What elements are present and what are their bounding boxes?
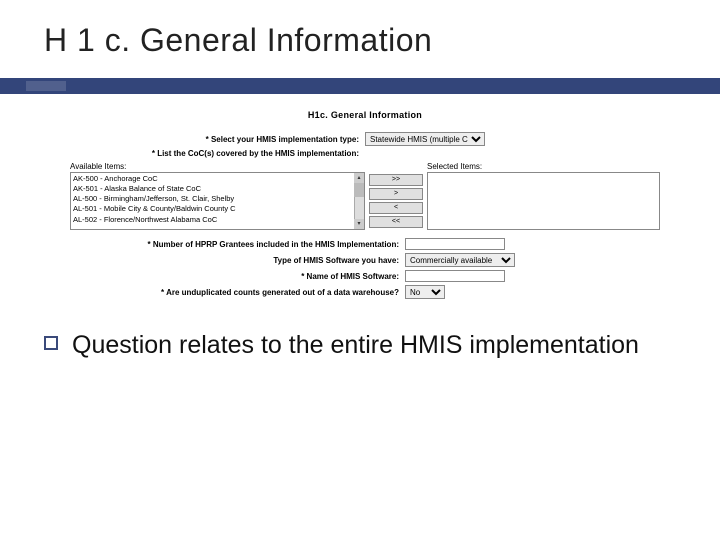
remove-button[interactable]: < (369, 202, 423, 214)
list-item[interactable]: AK-500 - Anchorage CoC (73, 174, 362, 184)
available-label: Available Items: (70, 162, 365, 171)
dual-list: Available Items: AK-500 - Anchorage CoC … (70, 162, 660, 230)
software-name-input[interactable] (405, 270, 505, 282)
form-heading: H1c. General Information (70, 110, 660, 120)
list-coc-label: * List the CoC(s) covered by the HMIS im… (70, 149, 365, 158)
list-item[interactable]: AL-501 - Mobile City & County/Baldwin Co… (73, 204, 362, 214)
software-name-label: * Name of HMIS Software: (70, 272, 405, 281)
scroll-up-icon[interactable]: ▴ (354, 173, 364, 183)
impl-type-select[interactable]: Statewide HMIS (multiple CoCs) (365, 132, 485, 146)
software-type-label: Type of HMIS Software you have: (70, 256, 405, 265)
selected-label: Selected Items: (427, 162, 660, 171)
list-item[interactable]: AK-501 - Alaska Balance of State CoC (73, 184, 362, 194)
scroll-down-icon[interactable]: ▾ (354, 219, 364, 229)
software-type-select[interactable]: Commercially available (405, 253, 515, 267)
grantees-label: * Number of HPRP Grantees included in th… (70, 240, 405, 249)
selected-listbox[interactable] (427, 172, 660, 230)
scroll-thumb[interactable] (354, 183, 364, 197)
warehouse-label: * Are unduplicated counts generated out … (70, 288, 405, 297)
bullet-block: Question relates to the entire HMIS impl… (44, 330, 674, 361)
warehouse-select[interactable]: No (405, 285, 445, 299)
bullet-text: Question relates to the entire HMIS impl… (72, 330, 639, 361)
add-button[interactable]: > (369, 188, 423, 200)
accent-bar (0, 78, 720, 94)
list-item[interactable]: AL-502 - Florence/Northwest Alabama CoC (73, 215, 362, 225)
impl-type-label: * Select your HMIS implementation type: (70, 135, 365, 144)
list-item[interactable]: AL-500 - Birmingham/Jefferson, St. Clair… (73, 194, 362, 204)
remove-all-button[interactable]: << (369, 216, 423, 228)
available-listbox[interactable]: AK-500 - Anchorage CoC AK-501 - Alaska B… (70, 172, 365, 230)
form-screenshot: H1c. General Information * Select your H… (70, 110, 660, 302)
slide-title: H 1 c. General Information (0, 0, 720, 59)
scrollbar[interactable]: ▴ ▾ (354, 173, 364, 229)
grantees-input[interactable] (405, 238, 505, 250)
bullet-icon (44, 336, 58, 350)
add-all-button[interactable]: >> (369, 174, 423, 186)
